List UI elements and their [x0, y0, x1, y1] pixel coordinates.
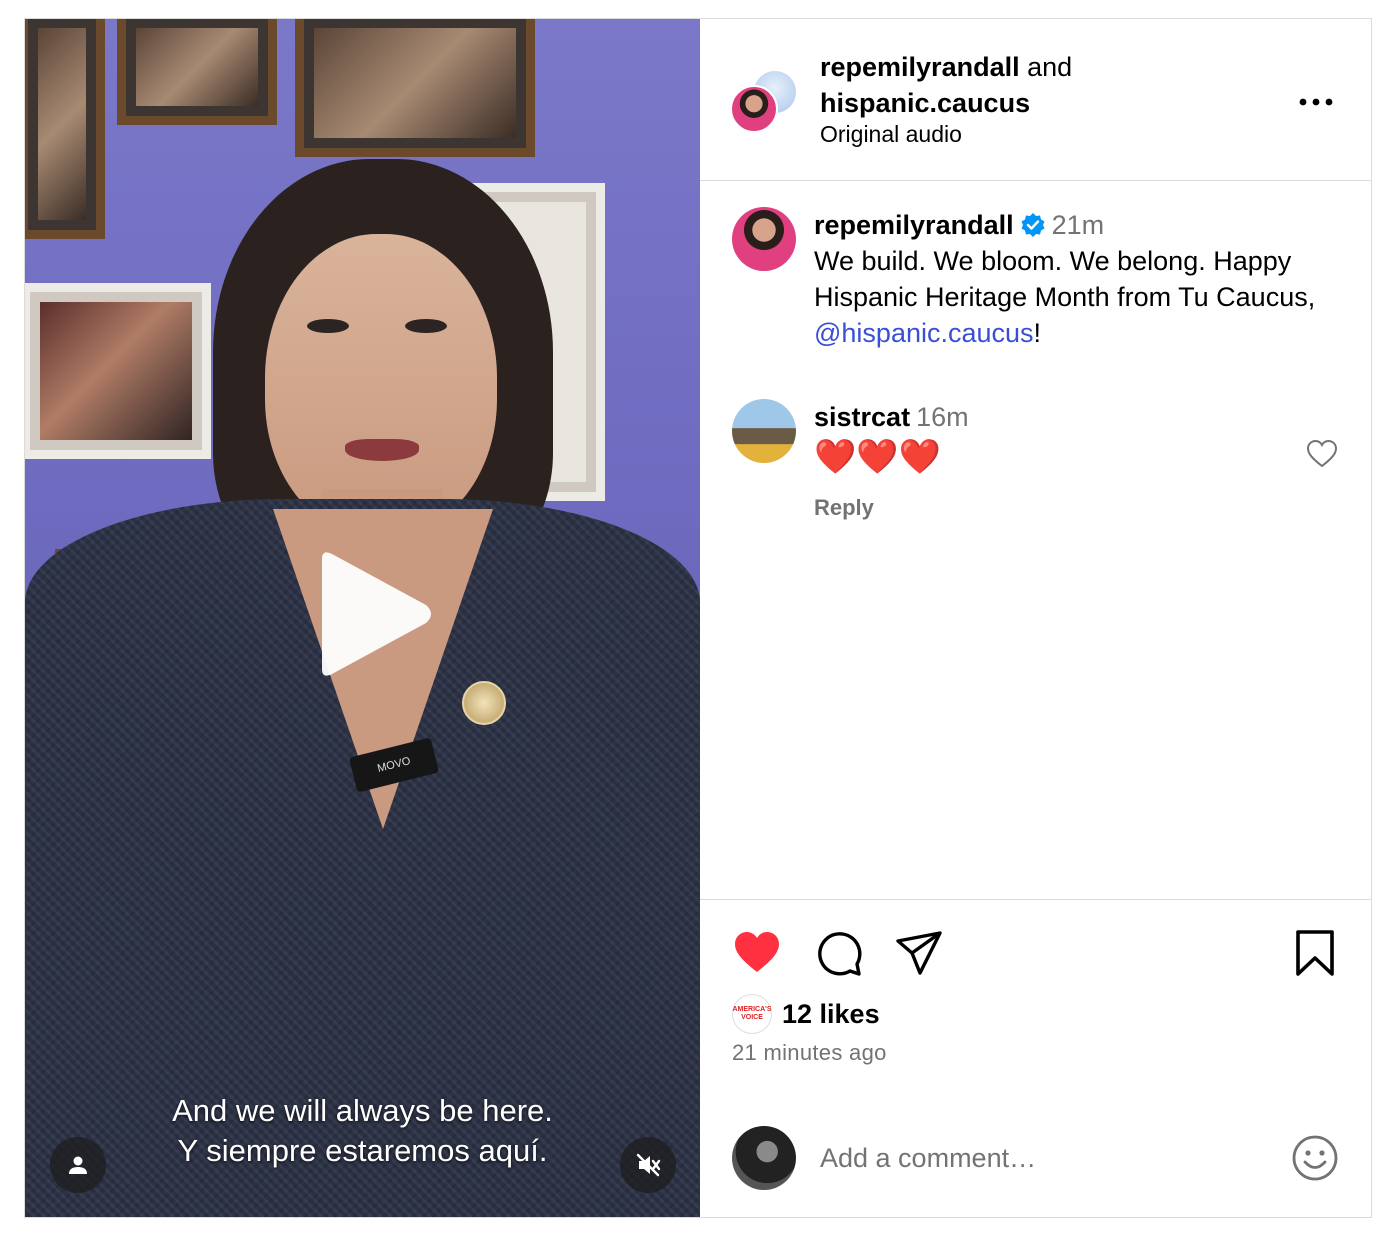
bookmark-icon[interactable] [1290, 928, 1340, 978]
timestamp[interactable]: 21m [1052, 210, 1105, 240]
verified-icon [1021, 213, 1045, 237]
collab-avatars[interactable] [730, 69, 800, 139]
audio-link[interactable]: Original audio [820, 121, 962, 148]
liker-avatar[interactable]: AMERICA'S VOICE [732, 994, 772, 1034]
comment-input[interactable] [820, 1136, 1240, 1180]
caption-text: We build. We bloom. We belong. Happy His… [814, 243, 1344, 351]
avatar[interactable] [732, 207, 796, 271]
more-icon[interactable] [1298, 97, 1334, 107]
tagged-users-button[interactable] [50, 1137, 106, 1193]
share-icon[interactable] [894, 928, 944, 978]
muted-icon [636, 1153, 661, 1177]
user-tag-icon [69, 1156, 87, 1174]
mute-button[interactable] [620, 1137, 676, 1193]
comment-text: ❤️❤️❤️ [814, 438, 942, 476]
username-link[interactable]: repemilyrandall [820, 52, 1020, 82]
username-link[interactable]: hispanic.caucus [820, 88, 1030, 118]
post-actions: AMERICA'S VOICE 12 likes 21 minutes ago [700, 899, 1371, 1212]
subtitle-line: And we will always be here. [172, 1093, 553, 1128]
mention-link[interactable]: @hispanic.caucus [814, 318, 1034, 348]
username-link[interactable]: sistrcat [814, 402, 910, 432]
congress-pin [462, 681, 506, 725]
reply-button[interactable]: Reply [814, 495, 1344, 521]
avatar[interactable] [730, 85, 778, 133]
username-link[interactable]: repemilyrandall [814, 210, 1014, 240]
post-details-panel: repemilyrandall and hispanic.caucus Orig… [700, 19, 1371, 1217]
caption-end: ! [1033, 318, 1042, 348]
caption-body: We build. We bloom. We belong. Happy His… [814, 246, 1316, 312]
timestamp[interactable]: 16m [916, 402, 969, 432]
subtitle-line: Y siempre estaremos aquí. [177, 1133, 548, 1168]
avatar [732, 1126, 796, 1190]
avatar[interactable] [732, 399, 796, 463]
video-subtitles: And we will always be here. Y siempre es… [25, 1091, 700, 1171]
post-time[interactable]: 21 minutes ago [732, 1040, 887, 1066]
likes-count[interactable]: 12 likes [782, 999, 880, 1030]
emoji-icon[interactable] [1291, 1134, 1339, 1182]
post-header: repemilyrandall and hispanic.caucus Orig… [700, 19, 1371, 181]
comments-feed[interactable]: repemilyrandall 21m We build. We bloom. … [700, 181, 1371, 899]
post-dialog: MOVO And we will always be here. Y siemp… [24, 18, 1372, 1218]
play-icon[interactable] [308, 549, 436, 679]
comment-like-icon[interactable] [1306, 439, 1338, 469]
heart-icon[interactable] [732, 928, 782, 978]
video-player[interactable]: MOVO And we will always be here. Y siemp… [25, 19, 700, 1217]
likes-summary: AMERICA'S VOICE 12 likes [732, 994, 880, 1034]
comment-icon[interactable] [814, 928, 864, 978]
collab-usernames: repemilyrandall and hispanic.caucus [820, 49, 1072, 121]
username-joiner: and [1027, 52, 1073, 82]
add-comment-bar [732, 1126, 1339, 1190]
